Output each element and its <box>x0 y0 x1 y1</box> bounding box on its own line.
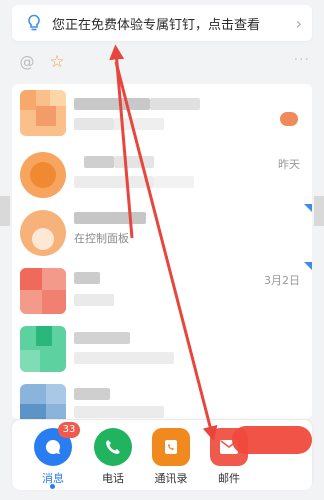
star-icon[interactable]: ☆ <box>42 47 72 77</box>
annotation-highlight <box>232 426 312 454</box>
trial-banner[interactable]: 您正在免费体验专属钉钉，点击查看 › <box>12 5 312 41</box>
conversation-time: 3月2日 <box>264 274 300 287</box>
conversation-row[interactable]: 昨天 <box>12 146 312 206</box>
conversation-row[interactable]: 在控制面板 <box>12 204 312 264</box>
app-page: 您正在免费体验专属钉钉，点击查看 › @ ☆ ··· 昨天 在控制面板 3月2日… <box>0 0 324 500</box>
conversation-row[interactable] <box>12 378 312 419</box>
avatar <box>20 152 66 198</box>
pin-marker-icon <box>304 204 312 212</box>
conversation-snippet: 在控制面板 <box>74 232 129 245</box>
tab-label: 邮件 <box>218 472 240 485</box>
conversation-list: 昨天 在控制面板 3月2日 <box>12 84 312 419</box>
blur-strip <box>0 196 10 226</box>
pin-marker-icon <box>304 262 312 270</box>
avatar <box>20 384 66 419</box>
chevron-right-icon: › <box>295 14 302 33</box>
avatar <box>20 326 66 372</box>
avatar <box>20 268 66 314</box>
conversation-row[interactable] <box>12 84 312 144</box>
tab-contacts[interactable]: 通讯录 <box>144 426 200 485</box>
tab-phone[interactable]: 电话 <box>86 426 142 485</box>
at-mention-icon[interactable]: @ <box>12 47 42 77</box>
tab-label: 电话 <box>102 472 124 485</box>
tab-label: 通讯录 <box>154 472 188 485</box>
conversation-time: 昨天 <box>278 158 300 171</box>
avatar <box>20 210 66 256</box>
conversation-row[interactable]: 3月2日 <box>12 262 312 322</box>
active-indicator <box>50 484 55 489</box>
trial-banner-text: 您正在免费体验专属钉钉，点击查看 <box>52 17 261 33</box>
blur-strip <box>314 196 324 226</box>
filter-row: @ ☆ ··· <box>12 46 312 78</box>
avatar <box>20 90 66 136</box>
unread-badge: 33 <box>58 422 80 438</box>
phone-icon <box>94 428 132 466</box>
lightbulb-icon <box>22 14 46 32</box>
more-icon[interactable]: ··· <box>294 52 310 68</box>
contacts-icon <box>152 428 190 466</box>
conversation-row[interactable] <box>12 320 312 380</box>
tab-messages[interactable]: 33 消息 <box>26 422 82 489</box>
